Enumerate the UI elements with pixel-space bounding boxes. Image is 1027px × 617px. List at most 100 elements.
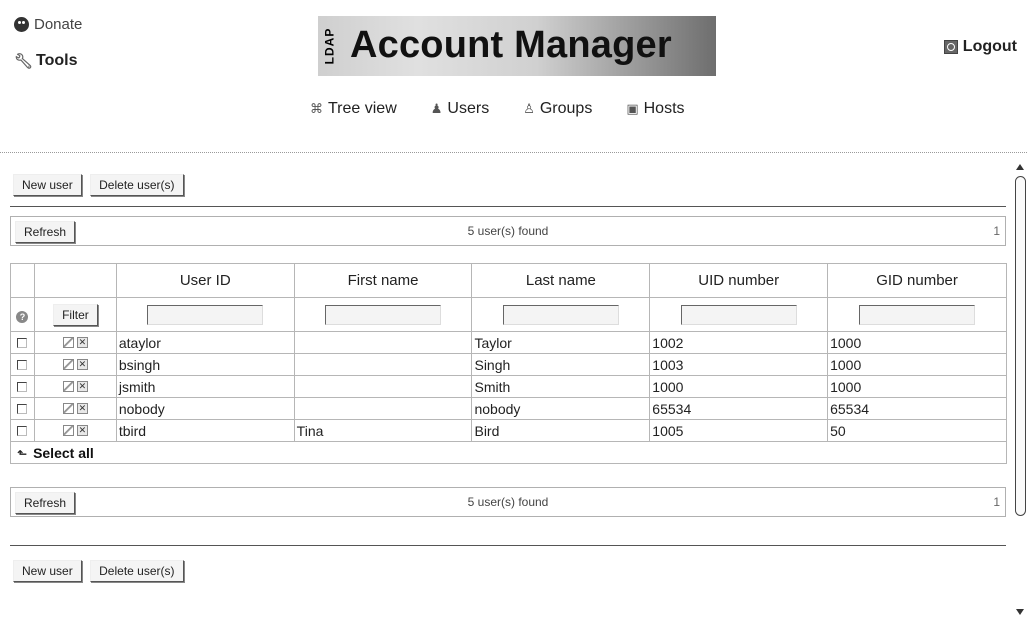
nav-hosts[interactable]: ▣ Hosts xyxy=(626,100,684,118)
cell-uid-number: 1005 xyxy=(649,419,829,442)
select-all-link[interactable]: Select all xyxy=(33,445,94,461)
filter-uidnumber-input[interactable] xyxy=(680,304,797,325)
logout-icon xyxy=(943,40,958,54)
delete-icon[interactable]: ✕ xyxy=(76,425,88,436)
row-checkbox[interactable] xyxy=(17,403,28,414)
group-icon: ♙ xyxy=(523,101,535,116)
cell-gid-number: 1000 xyxy=(827,353,1007,376)
filter-cell xyxy=(827,297,1007,332)
cell-gid-number: 50 xyxy=(827,419,1007,442)
cell-uid: jsmith xyxy=(115,375,295,398)
table-row: ✕ tbird Tina Bird 1005 50 xyxy=(10,419,1007,442)
row-checkbox-cell xyxy=(10,375,35,398)
cell-uid: nobody xyxy=(115,397,295,420)
column-header[interactable]: User ID xyxy=(115,263,295,298)
cell-uid: bsingh xyxy=(115,353,295,376)
donate-link[interactable]: Donate xyxy=(14,16,82,33)
nav-label: Users xyxy=(447,100,490,117)
edit-icon[interactable] xyxy=(62,425,74,436)
edit-icon[interactable] xyxy=(62,337,74,348)
table-row: ✕ nobody nobody 65534 65534 xyxy=(10,397,1007,420)
filter-cell xyxy=(471,297,651,332)
refresh-bar-bottom: Refresh 5 user(s) found 1 xyxy=(10,487,1006,517)
cell-gid-number: 1000 xyxy=(827,375,1007,398)
column-header[interactable]: Last name xyxy=(471,263,651,298)
main-nav: ⌘ Tree view ♟ Users ♙ Groups ▣ Hosts xyxy=(310,100,719,118)
tools-label: Tools xyxy=(36,52,78,69)
cell-last-name: Singh xyxy=(471,353,651,376)
filter-lastname-input[interactable] xyxy=(502,304,619,325)
found-count: 5 user(s) found xyxy=(467,495,549,509)
nav-label: Groups xyxy=(539,100,593,117)
delete-users-button[interactable]: Delete user(s) xyxy=(90,174,184,196)
vertical-scrollbar[interactable] xyxy=(1013,158,1027,617)
help-icon[interactable]: ? xyxy=(16,310,29,323)
cell-first-name xyxy=(293,397,473,420)
delete-icon[interactable]: ✕ xyxy=(76,381,88,392)
page-number[interactable]: 1 xyxy=(993,495,1000,509)
column-header[interactable]: GID number xyxy=(827,263,1007,298)
scroll-down-icon[interactable] xyxy=(1016,609,1024,615)
row-checkbox[interactable] xyxy=(17,425,28,436)
filter-firstname-input[interactable] xyxy=(325,304,442,325)
edit-icon[interactable] xyxy=(62,403,74,414)
row-checkbox-cell xyxy=(10,331,35,354)
nav-tree-view[interactable]: ⌘ Tree view xyxy=(310,100,397,118)
cell-gid-number: 1000 xyxy=(827,331,1007,354)
column-header[interactable]: UID number xyxy=(649,263,829,298)
filter-gidnumber-input[interactable] xyxy=(859,304,976,325)
header-left: Donate 🔧︎ Tools xyxy=(14,16,82,70)
header-actions xyxy=(33,263,117,298)
content: New user Delete user(s) Refresh 5 user(s… xyxy=(0,154,1013,617)
edit-icon[interactable] xyxy=(62,359,74,370)
tree-icon: ⌘ xyxy=(310,101,323,116)
new-user-button[interactable]: New user xyxy=(13,560,82,582)
user-icon: ♟ xyxy=(430,101,443,116)
nav-users[interactable]: ♟ Users xyxy=(431,100,489,118)
nav-groups[interactable]: ♙ Groups xyxy=(523,100,592,118)
filter-uid-input[interactable] xyxy=(147,304,264,325)
delete-icon[interactable]: ✕ xyxy=(76,403,88,414)
logo-ldap-text: LDAP xyxy=(322,27,337,65)
delete-users-button[interactable]: Delete user(s) xyxy=(90,560,184,582)
cell-uid-number: 1002 xyxy=(649,331,829,354)
nav-label: Tree view xyxy=(328,100,397,117)
logout-button[interactable]: Logout xyxy=(943,38,1017,56)
row-actions: ✕ xyxy=(33,353,117,376)
row-checkbox[interactable] xyxy=(17,337,28,348)
donate-label: Donate xyxy=(34,16,83,33)
filter-row: ? Filter xyxy=(10,297,1007,332)
table-row: ✕ jsmith Smith 1000 1000 xyxy=(10,375,1007,398)
header: Donate 🔧︎ Tools LDAP Account Manager Log… xyxy=(0,0,1027,153)
cell-first-name: Tina xyxy=(293,419,473,442)
row-checkbox[interactable] xyxy=(17,359,28,370)
cell-uid: tbird xyxy=(115,419,295,442)
tools-menu[interactable]: 🔧︎ Tools xyxy=(14,52,82,70)
edit-icon[interactable] xyxy=(62,381,74,392)
smiley-icon xyxy=(14,17,29,32)
scroll-up-icon[interactable] xyxy=(1016,164,1024,170)
delete-icon[interactable]: ✕ xyxy=(76,359,88,370)
users-table: User ID First name Last name UID number … xyxy=(10,263,1007,464)
cell-uid-number: 1000 xyxy=(649,375,829,398)
row-actions: ✕ xyxy=(33,331,117,354)
table-row: ✕ ataylor Taylor 1002 1000 xyxy=(10,331,1007,354)
row-actions: ✕ xyxy=(33,419,117,442)
row-checkbox-cell xyxy=(10,419,35,442)
cell-last-name: Smith xyxy=(471,375,651,398)
cell-last-name: Bird xyxy=(471,419,651,442)
new-user-button[interactable]: New user xyxy=(13,174,82,196)
filter-cell xyxy=(293,297,473,332)
delete-icon[interactable]: ✕ xyxy=(76,337,88,348)
scroll-thumb[interactable] xyxy=(1015,176,1026,516)
row-checkbox-cell xyxy=(10,397,35,420)
wrench-icon: 🔧︎ xyxy=(14,53,34,70)
top-toolbar: New user Delete user(s) xyxy=(13,174,184,196)
filter-button-cell: Filter xyxy=(33,297,117,332)
filter-button[interactable]: Filter xyxy=(53,303,98,326)
page-number[interactable]: 1 xyxy=(993,224,1000,238)
row-checkbox[interactable] xyxy=(17,381,28,392)
cell-first-name xyxy=(293,353,473,376)
table-header: User ID First name Last name UID number … xyxy=(10,263,1007,298)
column-header[interactable]: First name xyxy=(293,263,473,298)
